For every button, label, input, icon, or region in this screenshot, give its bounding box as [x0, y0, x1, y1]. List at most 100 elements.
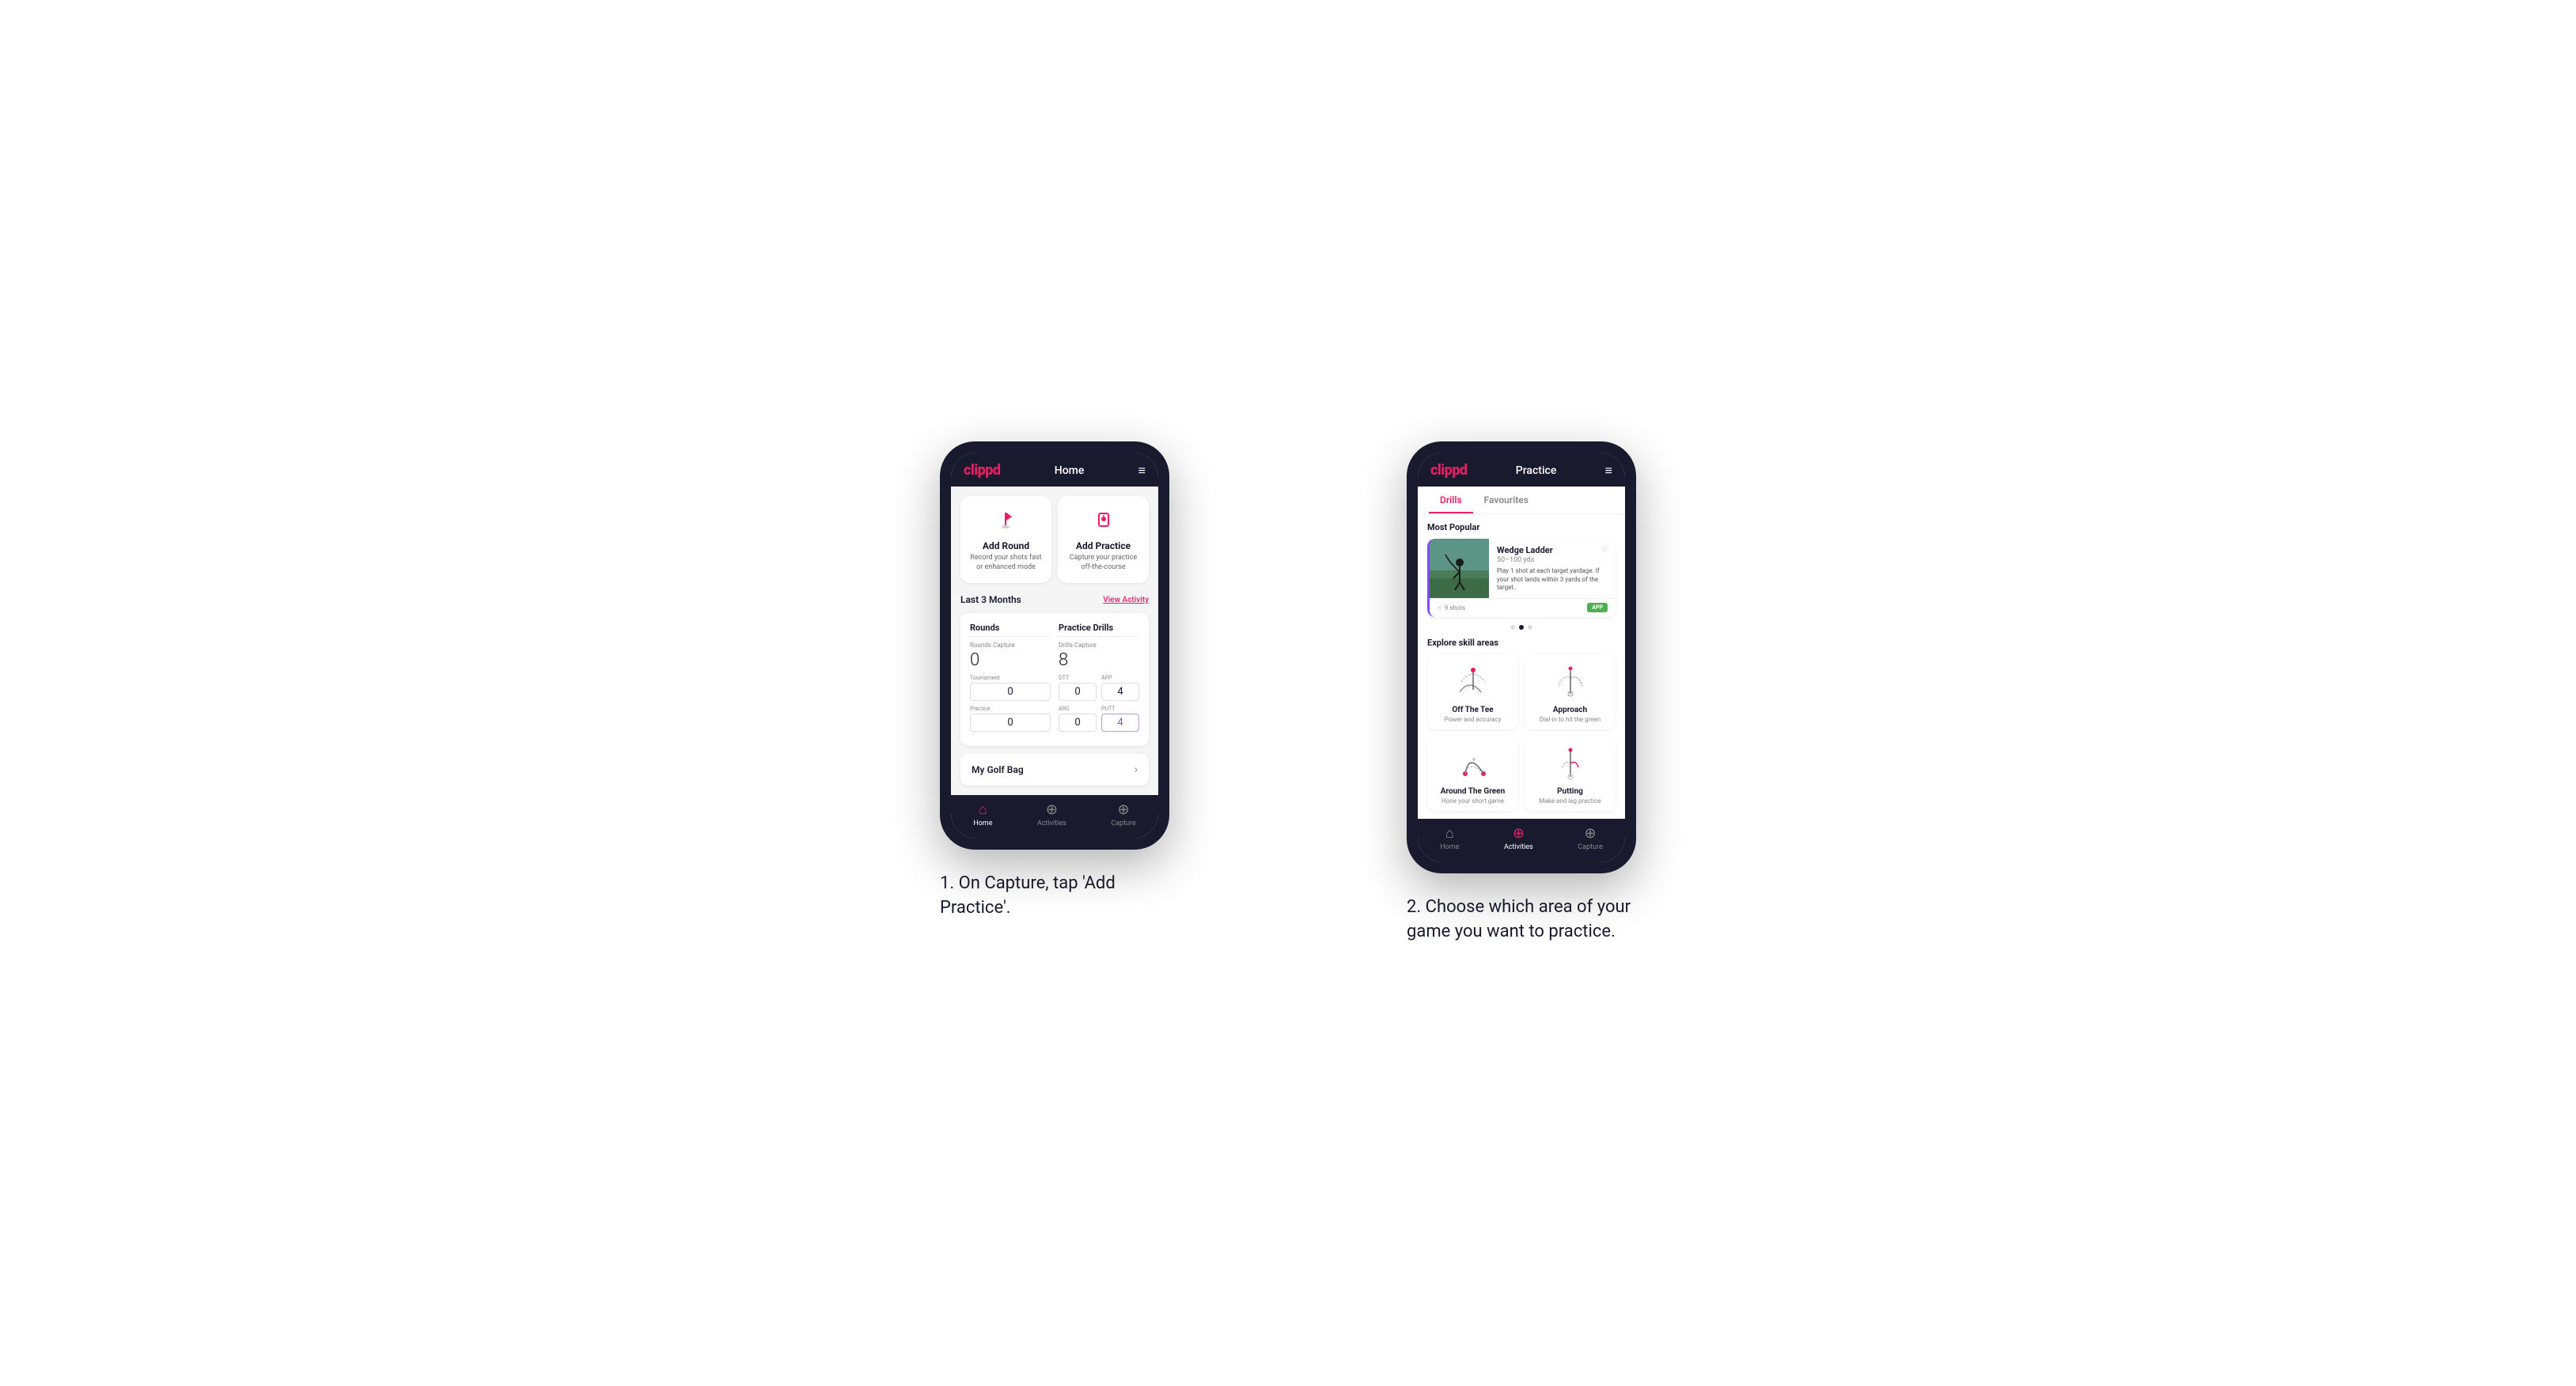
dot-3 [1528, 625, 1532, 630]
skill-card-putting[interactable]: Putting Make and lag practice [1525, 736, 1616, 811]
clippd-logo-1: clippd [964, 462, 1000, 479]
featured-title: Wedge Ladder [1497, 545, 1608, 555]
drills-capture-label: Drills Capture [1059, 642, 1139, 649]
clippd-logo-2: clippd [1430, 462, 1467, 479]
caption-1-text: On Capture, tap 'Add Practice'. [940, 873, 1116, 918]
ott-label: OTT [1059, 675, 1097, 681]
app-value: 4 [1101, 683, 1139, 701]
skill-card-approach[interactable]: Approach Dial-in to hit the green [1525, 654, 1616, 729]
drills-total: 8 [1059, 650, 1139, 670]
add-round-icon [992, 507, 1021, 536]
skill-card-off-the-tee[interactable]: Off The Tee Power and accuracy [1427, 654, 1518, 729]
phone-2-screen: clippd Practice ≡ Drills Favourites Most… [1418, 453, 1625, 862]
practice-label: Practice [970, 706, 1051, 712]
app-label: APP [1101, 675, 1139, 681]
rounds-total: 0 [970, 650, 1051, 670]
add-practice-icon [1089, 507, 1118, 536]
drills-label: Practice Drills [1059, 623, 1139, 637]
bottom-nav-1: ⌂ Home ⊕ Activities ⊕ Capture [951, 795, 1158, 839]
putting-visual [1551, 744, 1590, 783]
app-stat: APP 4 [1101, 675, 1139, 701]
rounds-capture-label: Rounds Capture [970, 642, 1051, 649]
add-practice-card[interactable]: Add Practice Capture your practice off-t… [1058, 496, 1149, 583]
caption-2-text: Choose which area of your game you want … [1407, 897, 1631, 941]
add-round-card[interactable]: Add Round Record your shots fast or enha… [960, 496, 1051, 583]
featured-info: Wedge Ladder 50–100 yds Play 1 shot at e… [1489, 539, 1616, 598]
arg-stat: ARG 0 [1059, 706, 1097, 732]
featured-yds: 50–100 yds [1497, 556, 1608, 564]
nav-activities-1[interactable]: ⊕ Activities [1037, 801, 1066, 827]
practice-stat-row: Practice 0 [970, 706, 1051, 732]
stats-card: Rounds Rounds Capture 0 Tournament 0 [960, 613, 1149, 746]
featured-top: Wedge Ladder 50–100 yds Play 1 shot at e… [1430, 539, 1616, 598]
featured-image [1430, 539, 1489, 598]
phone-1-section: clippd Home ≡ [853, 441, 1256, 921]
hamburger-icon-1[interactable]: ≡ [1138, 463, 1146, 479]
home-label-2: Home [1440, 843, 1459, 851]
arg-value: 0 [1059, 714, 1097, 732]
chevron-right-icon: › [1135, 763, 1138, 776]
view-activity-link[interactable]: View Activity [1103, 596, 1149, 604]
rounds-sub-stats: Tournament 0 [970, 675, 1051, 701]
putting-desc: Make and lag practice [1539, 797, 1601, 805]
my-golf-bag[interactable]: My Golf Bag › [960, 754, 1149, 786]
tournament-stat: Tournament 0 [970, 675, 1051, 701]
app-header-2: clippd Practice ≡ [1418, 453, 1625, 487]
activities-icon-1: ⊕ [1046, 801, 1058, 818]
nav-activities-2[interactable]: ⊕ Activities [1504, 825, 1533, 851]
nav-capture-2[interactable]: ⊕ Capture [1578, 825, 1602, 851]
practice-value: 0 [970, 714, 1051, 732]
capture-label-2: Capture [1578, 843, 1602, 851]
activities-label-1: Activities [1037, 820, 1066, 827]
add-practice-title: Add Practice [1076, 540, 1131, 551]
home-label-1: Home [973, 820, 992, 827]
explore-title: Explore skill areas [1427, 638, 1616, 648]
off-the-tee-desc: Power and accuracy [1445, 716, 1502, 723]
ott-stat: OTT 0 [1059, 675, 1097, 701]
page-wrapper: clippd Home ≡ [853, 441, 1723, 945]
featured-footer: ○ 9 shots APP [1430, 598, 1616, 617]
home-header-title: Home [1055, 464, 1085, 477]
favourites-tab[interactable]: Favourites [1473, 487, 1540, 513]
capture-label-1: Capture [1111, 820, 1135, 827]
add-practice-desc: Capture your practice off-the-course [1066, 554, 1141, 572]
app-header-1: clippd Home ≡ [951, 453, 1158, 487]
ott-value: 0 [1059, 683, 1097, 701]
tournament-value: 0 [970, 683, 1051, 701]
nav-home-2[interactable]: ⌂ Home [1440, 825, 1459, 851]
drills-tab[interactable]: Drills [1429, 487, 1473, 513]
home-icon-2: ⌂ [1445, 825, 1454, 842]
approach-name: Approach [1553, 706, 1587, 714]
phone-1-screen: clippd Home ≡ [951, 453, 1158, 839]
nav-capture-1[interactable]: ⊕ Capture [1111, 801, 1135, 827]
app-content-1: Add Round Record your shots fast or enha… [951, 487, 1158, 795]
skill-card-around-the-green[interactable]: Around The Green Hone your short game [1427, 736, 1518, 811]
caption-2-number: 2. [1407, 897, 1421, 917]
hamburger-icon-2[interactable]: ≡ [1605, 463, 1612, 479]
around-the-green-name: Around The Green [1441, 787, 1505, 796]
dots-indicator [1427, 625, 1616, 630]
stats-section-header: Last 3 Months View Activity [960, 594, 1149, 605]
putting-name: Putting [1557, 787, 1583, 796]
off-the-tee-name: Off The Tee [1452, 706, 1493, 714]
bottom-nav-2: ⌂ Home ⊕ Activities ⊕ Capture [1418, 819, 1625, 862]
shots-count: 9 shots [1445, 604, 1465, 612]
app-badge: APP [1587, 603, 1608, 612]
drills-col: Practice Drills Drills Capture 8 OTT 0 [1059, 623, 1139, 737]
star-icon[interactable]: ☆ [1601, 543, 1609, 555]
capture-icon-2: ⊕ [1584, 825, 1596, 842]
home-icon-1: ⌂ [979, 801, 987, 818]
rounds-col: Rounds Rounds Capture 0 Tournament 0 [970, 623, 1051, 737]
nav-home-1[interactable]: ⌂ Home [973, 801, 992, 827]
shots-info: ○ 9 shots [1438, 604, 1465, 612]
tournament-label: Tournament [970, 675, 1051, 681]
phone-2-section: clippd Practice ≡ Drills Favourites Most… [1320, 441, 1723, 945]
arg-label: ARG [1059, 706, 1097, 712]
phone-1-frame: clippd Home ≡ [940, 441, 1169, 850]
practice-stat: Practice 0 [970, 706, 1051, 732]
activities-label-2: Activities [1504, 843, 1533, 851]
most-popular-title: Most Popular [1427, 522, 1616, 532]
around-the-green-visual [1453, 744, 1493, 783]
last-3-months-label: Last 3 Months [960, 594, 1021, 605]
featured-card[interactable]: Wedge Ladder 50–100 yds Play 1 shot at e… [1427, 539, 1616, 617]
